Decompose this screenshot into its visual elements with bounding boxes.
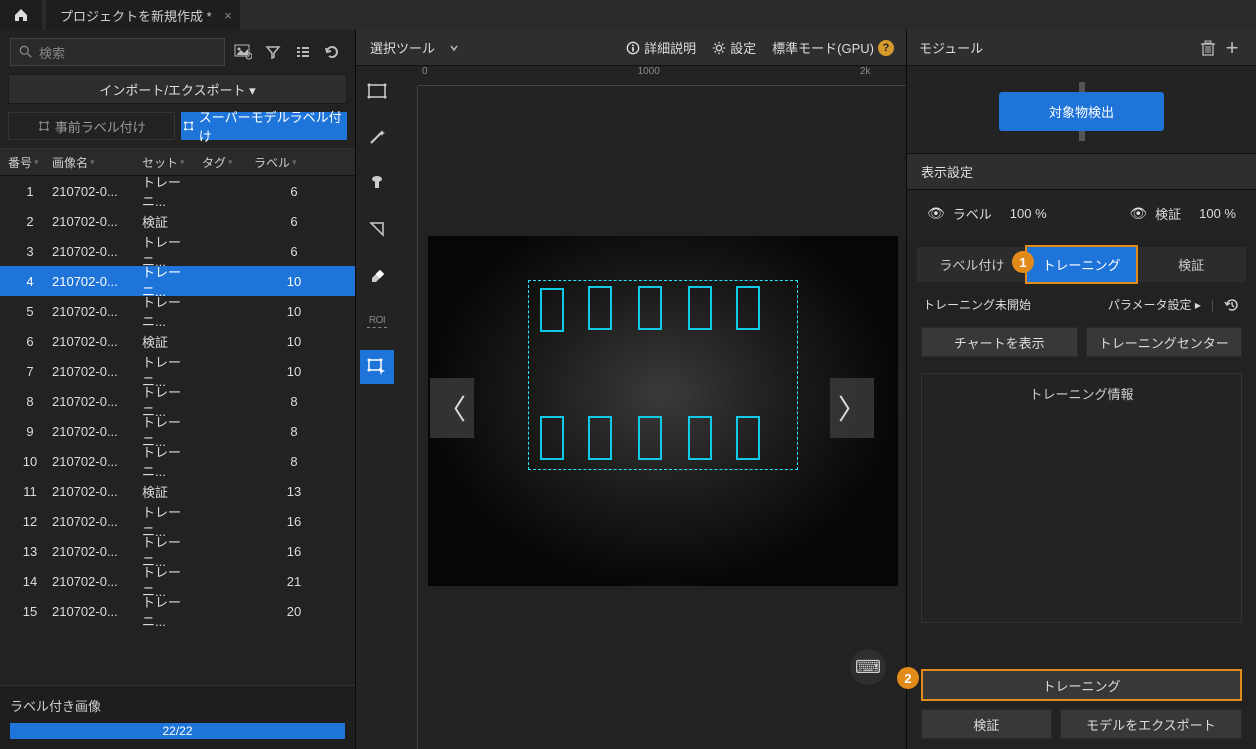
keyboard-shortcut-icon[interactable]: ⌨ [850,649,886,685]
search-placeholder: 検索 [39,43,65,62]
export-model-button[interactable]: モデルをエクスポート [1060,709,1242,739]
help-icon[interactable]: ? [878,40,894,56]
verify-button[interactable]: 検証 [921,709,1052,739]
settings-button[interactable]: 設定 [712,38,756,57]
bounding-box[interactable] [736,416,760,460]
bounding-box[interactable] [588,416,612,460]
bounding-box[interactable] [588,286,612,330]
add-module-icon[interactable]: + [1220,35,1244,61]
training-center-button[interactable]: トレーニングセンター [1086,327,1243,357]
pipe-connector [1079,131,1085,141]
display-settings-header: 表示設定 [907,153,1256,190]
list-view-icon[interactable] [291,40,315,64]
pipe-connector [1079,82,1085,92]
bounding-box[interactable] [540,416,564,460]
bounding-box[interactable] [638,286,662,330]
filter-icon[interactable] [261,40,285,64]
ruler-vertical [398,86,418,749]
table-row[interactable]: 5210702-0...トレーニ...10 [0,296,355,326]
import-export-button[interactable]: インポート/エクスポート ▾ [8,74,347,104]
search-input[interactable]: 検索 [10,38,225,66]
start-training-button[interactable]: トレーニング [921,669,1242,701]
eye-icon[interactable]: 👁 [927,205,945,222]
show-chart-button[interactable]: チャートを表示 [921,327,1078,357]
brush-tool-icon[interactable] [360,166,394,200]
tab-training[interactable]: トレーニング [1025,245,1139,284]
table-row[interactable]: 1210702-0...トレーニ...6 [0,176,355,206]
chevron-down-icon[interactable] [449,43,459,53]
table-row[interactable]: 10210702-0...トレーニ...8 [0,446,355,476]
prev-image-button[interactable]: 〈 [430,378,474,438]
roi-tool-icon[interactable]: ROI [360,304,394,338]
image-canvas[interactable] [428,236,898,586]
callout-marker-2: 2 [897,667,919,689]
ruler-horizontal: 0 1000 2k [418,66,906,86]
mode-label: 標準モード(GPU) ? [772,38,894,57]
close-tab-icon[interactable]: × [224,8,232,23]
project-tab-label: プロジェクトを新規作成 * [60,6,212,25]
home-button[interactable] [0,0,42,30]
wand-tool-icon[interactable] [360,120,394,154]
rect-tool-icon[interactable] [360,74,394,108]
project-tab[interactable]: プロジェクトを新規作成 * × [46,0,240,30]
param-settings-button[interactable]: パラメータ設定 ▸ [1108,296,1201,313]
image-table-header: 番号▾ 画像名▾ セット▾ タグ▾ ラベル▾ [0,148,355,176]
module-node-detection[interactable]: 対象物検出 [999,92,1164,131]
image-settings-icon[interactable] [231,40,255,64]
reload-icon[interactable] [321,40,345,64]
history-icon[interactable] [1224,297,1240,313]
callout-marker-1: 1 [1012,251,1034,273]
eye-icon[interactable]: 👁 [1129,205,1147,222]
detail-button[interactable]: 詳細説明 [626,38,696,57]
supermodel-label-button[interactable]: スーパーモデルラベル付け [181,112,348,140]
bounding-box[interactable] [688,416,712,460]
next-image-button[interactable]: 〉 [830,378,874,438]
labeled-progress: 22/22 [10,723,345,739]
training-status-text: トレーニング未開始 [923,296,1031,313]
tab-verification[interactable]: 検証 [1136,247,1246,282]
select-tool-icon[interactable] [360,350,394,384]
module-panel-title: モジュール [919,38,1196,57]
prelabel-button[interactable]: 事前ラベル付け [8,112,175,140]
lasso-tool-icon[interactable] [360,212,394,246]
training-info-box: トレーニング情報 [921,373,1242,623]
ruler-v-labels: 1000 2k [398,741,438,749]
table-row[interactable]: 15210702-0...トレーニ...20 [0,596,355,626]
bounding-box[interactable] [638,416,662,460]
bounding-box[interactable] [540,288,564,332]
bounding-box[interactable] [736,286,760,330]
select-tool-label: 選択ツール [356,38,449,57]
delete-module-icon[interactable] [1196,40,1220,56]
progress-label: ラベル付き画像 [10,696,345,715]
eraser-tool-icon[interactable] [360,258,394,292]
tab-labeling[interactable]: ラベル付け [917,247,1027,282]
bounding-box[interactable] [688,286,712,330]
